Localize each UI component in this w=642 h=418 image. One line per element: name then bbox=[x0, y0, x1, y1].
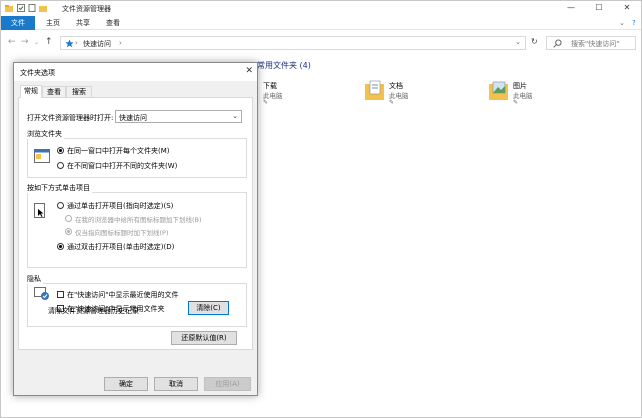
underline-all-radio[interactable] bbox=[65, 215, 72, 222]
recent-locations-icon[interactable]: ⌄ bbox=[34, 39, 39, 46]
ok-button[interactable]: 确定 bbox=[104, 377, 148, 391]
folder-options-dialog: 文件夹选项 ✕ 常规 查看 搜索 打开文件资源管理器时打开: 快速访问 ⌄ 浏览… bbox=[13, 62, 258, 396]
document-icon[interactable] bbox=[28, 4, 36, 12]
folder-icon bbox=[5, 5, 13, 12]
address-bar[interactable]: › 快速访问 › ⌄ bbox=[60, 36, 526, 50]
new-window-label[interactable]: 在不同窗口中打开不同的文件夹(W) bbox=[67, 161, 177, 171]
clear-history-label: 清除文件资源管理器历史记录 bbox=[48, 307, 139, 315]
search-icon bbox=[553, 39, 562, 48]
search-box[interactable]: 搜索"快速访问" bbox=[546, 36, 636, 50]
cancel-button[interactable]: 取消 bbox=[154, 377, 198, 391]
pictures-folder-icon bbox=[489, 81, 508, 100]
browse-folders-group: 浏览文件夹 在同一窗口中打开每个文件夹(M) 在不同窗口中打开不同的文件夹(W) bbox=[27, 129, 247, 178]
ribbon: 文件 主页 共享 查看 ⌄ ? bbox=[1, 16, 641, 30]
refresh-icon[interactable]: ↻ bbox=[531, 37, 538, 46]
open-explorer-select[interactable]: 快速访问 ⌄ bbox=[115, 110, 242, 123]
double-click-label[interactable]: 通过双击打开项目(单击时选定)(D) bbox=[67, 242, 174, 252]
back-icon[interactable]: ← bbox=[8, 37, 16, 47]
ribbon-tab-share[interactable]: 共享 bbox=[69, 16, 97, 30]
tab-general[interactable]: 常规 bbox=[20, 85, 42, 98]
address-path[interactable]: 快速访问 bbox=[83, 39, 111, 49]
open-explorer-label: 打开文件资源管理器时打开: bbox=[27, 114, 114, 122]
maximize-button[interactable]: ☐ bbox=[585, 1, 613, 15]
same-window-radio[interactable] bbox=[57, 147, 64, 154]
folder-window-icon bbox=[34, 149, 50, 163]
underline-hover-label[interactable]: 仅当指向图标标题时加下划线(P) bbox=[75, 227, 169, 237]
navigation-bar: ← → ⌄ ↑ › 快速访问 › ⌄ ↻ 搜索"快速访问" bbox=[1, 31, 641, 55]
help-icon[interactable]: ? bbox=[629, 16, 639, 30]
group-title: 浏览文件夹 bbox=[27, 129, 64, 139]
privacy-icon bbox=[34, 287, 49, 300]
pin-icon: ✎ bbox=[513, 99, 519, 106]
search-placeholder: 搜索"快速访问" bbox=[571, 40, 620, 48]
new-window-radio[interactable] bbox=[57, 162, 64, 169]
group-header[interactable]: 常用文件夹 (4) bbox=[257, 60, 311, 71]
check-icon[interactable] bbox=[17, 4, 25, 12]
star-icon bbox=[65, 39, 74, 48]
cursor-document-icon bbox=[34, 203, 45, 218]
explorer-titlebar: 文件资源管理器 — ☐ ✕ bbox=[1, 1, 641, 16]
address-dropdown-icon[interactable]: ⌄ bbox=[515, 38, 521, 46]
breadcrumb-separator-icon: › bbox=[75, 39, 78, 47]
ribbon-tab-view[interactable]: 查看 bbox=[99, 16, 127, 30]
group-title: 隐私 bbox=[27, 274, 43, 284]
new-folder-icon[interactable] bbox=[39, 4, 47, 12]
dialog-title: 文件夹选项 bbox=[20, 69, 55, 77]
click-items-group: 按如下方式单击项目 通过单击打开项目(指向时选定)(S) 在我的浏览器中给所有图… bbox=[27, 183, 247, 268]
chevron-down-icon[interactable]: ⌄ bbox=[617, 16, 627, 30]
restore-defaults-button[interactable]: 还原默认值(R) bbox=[171, 331, 237, 345]
pin-icon: ✎ bbox=[263, 99, 269, 106]
documents-folder-icon bbox=[365, 80, 384, 100]
window-title: 文件资源管理器 bbox=[62, 5, 111, 13]
folder-item-documents[interactable]: 文档 此电脑 ✎ bbox=[365, 80, 445, 114]
dialog-titlebar: 文件夹选项 ✕ bbox=[14, 63, 257, 81]
up-icon[interactable]: ↑ bbox=[45, 37, 53, 47]
forward-icon[interactable]: → bbox=[21, 37, 29, 47]
ribbon-tab-file[interactable]: 文件 bbox=[1, 16, 35, 30]
double-click-radio[interactable] bbox=[57, 243, 64, 250]
recent-files-checkbox[interactable] bbox=[57, 291, 64, 298]
breadcrumb-chevron-icon[interactable]: › bbox=[119, 39, 122, 47]
single-click-radio[interactable] bbox=[57, 202, 64, 209]
close-button[interactable]: ✕ bbox=[613, 1, 641, 15]
ribbon-tab-home[interactable]: 主页 bbox=[39, 16, 67, 30]
underline-all-label[interactable]: 在我的浏览器中给所有图标标题加下划线(B) bbox=[75, 214, 202, 224]
open-explorer-value: 快速访问 bbox=[119, 114, 147, 122]
recent-files-label[interactable]: 在"快速访问"中显示最近使用的文件 bbox=[67, 290, 178, 300]
group-title: 按如下方式单击项目 bbox=[27, 183, 92, 193]
single-click-label[interactable]: 通过单击打开项目(指向时选定)(S) bbox=[67, 201, 173, 211]
apply-button[interactable]: 应用(A) bbox=[204, 377, 251, 391]
close-icon[interactable]: ✕ bbox=[245, 66, 253, 76]
same-window-label[interactable]: 在同一窗口中打开每个文件夹(M) bbox=[67, 146, 170, 156]
chevron-down-icon: ⌄ bbox=[232, 112, 238, 120]
minimize-button[interactable]: — bbox=[557, 1, 585, 15]
pin-icon: ✎ bbox=[389, 99, 395, 106]
folder-item-pictures[interactable]: 图片 此电脑 ✎ bbox=[489, 80, 569, 114]
underline-hover-radio[interactable] bbox=[65, 228, 72, 235]
clear-button[interactable]: 清除(C) bbox=[188, 301, 229, 315]
